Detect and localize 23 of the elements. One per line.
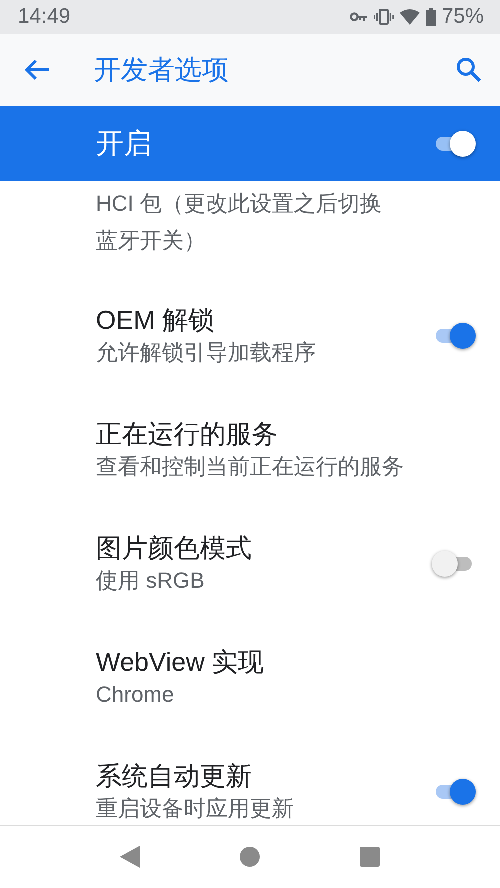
setting-summary: 重启设备时应用更新: [96, 795, 295, 823]
back-triangle-icon[interactable]: [120, 846, 140, 868]
setting-summary: 查看和控制当前正在运行的服务: [96, 453, 405, 481]
setting-title: 正在运行的服务: [96, 418, 279, 451]
master-switch-label: 开启: [96, 126, 153, 160]
home-circle-icon[interactable]: [240, 847, 260, 867]
wifi-icon: [400, 9, 420, 25]
clock-time: 14:49: [18, 5, 71, 29]
battery-icon: [426, 8, 436, 26]
setting-summary: 允许解锁引导加载程序: [96, 339, 317, 367]
setting-title: 图片颜色模式: [96, 532, 253, 565]
search-icon[interactable]: [456, 57, 482, 83]
setting-summary: 使用 sRGB: [96, 567, 206, 595]
setting-summary: Chrome: [96, 681, 176, 709]
battery-percent: 75%: [442, 5, 484, 29]
setting-summary: HCI 包（更改此设置之后切换蓝牙开关）: [96, 190, 383, 255]
vibrate-icon: [374, 9, 394, 25]
setting-title: OEM 解锁: [96, 304, 216, 337]
setting-title: WebView 实现: [96, 646, 266, 679]
page-title: 开发者选项: [94, 54, 230, 87]
key-icon: [350, 12, 368, 22]
setting-title: 系统自动更新: [96, 760, 253, 793]
back-arrow-icon[interactable]: [24, 59, 50, 81]
